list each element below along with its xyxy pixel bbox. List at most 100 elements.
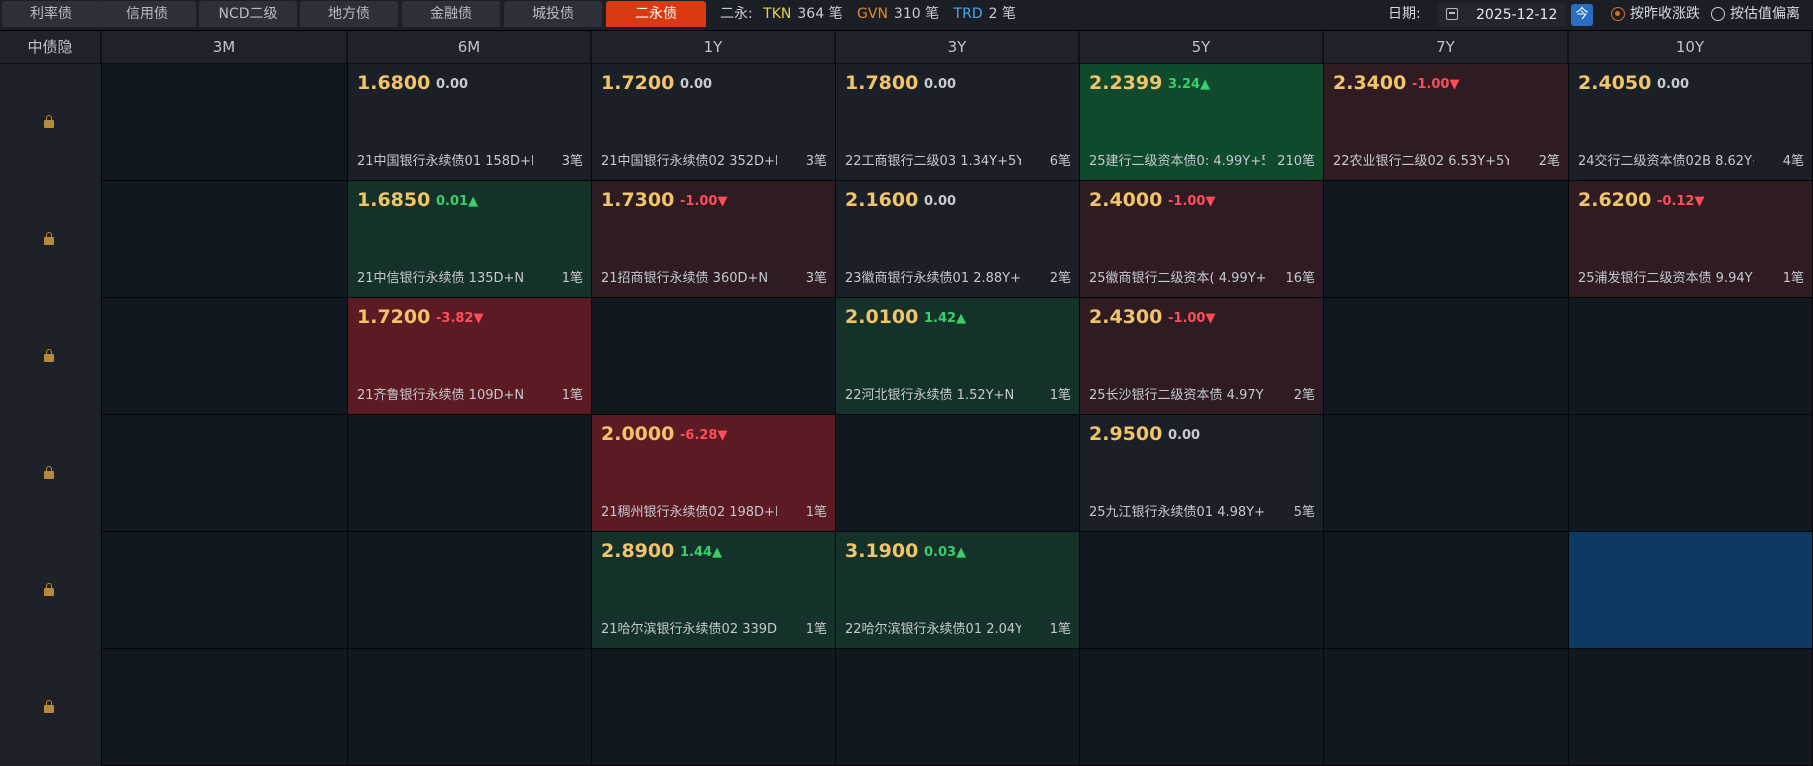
lock-icon[interactable] (44, 232, 54, 245)
bond-cell[interactable] (1324, 298, 1569, 415)
bond-name: 24交行二级资本债02B 8.62Y+5Y (1578, 154, 1754, 169)
bond-cell[interactable] (1569, 415, 1813, 532)
yield-value: 2.4050 (1578, 72, 1652, 94)
change-value: -1.00▼ (1168, 311, 1216, 326)
bond-name: 21中国银行永续债02 352D+N (601, 154, 777, 169)
trade-count: 1笔 (805, 505, 827, 520)
bond-cell[interactable] (1324, 181, 1569, 298)
trade-stats: 二永: TKN 364 笔 GVN 310 笔 TRD 2 笔 (720, 0, 1022, 30)
bond-name: 22哈尔滨银行永续债01 2.04Y+N (845, 622, 1021, 637)
row-label (0, 649, 102, 766)
yield-value: 1.6850 (357, 189, 431, 211)
calendar-icon[interactable] (1446, 8, 1458, 20)
row-label (0, 298, 102, 415)
tab-6[interactable]: 二永债 (606, 1, 706, 27)
tab-2[interactable]: NCD二级 (199, 1, 297, 27)
bond-cell[interactable]: 1.6850 0.01▲ 21中信银行永续债 135D+N 1笔 (348, 181, 592, 298)
header-col-7Y: 7Y (1324, 31, 1569, 63)
bond-name: 21齐鲁银行永续债 109D+N (357, 388, 525, 403)
tab-5[interactable]: 城投债 (504, 1, 602, 27)
today-button[interactable]: 今 (1571, 4, 1593, 26)
bond-cell[interactable] (1324, 649, 1569, 766)
bond-cell[interactable]: 2.6200 -0.12▼ 25浦发银行二级资本债 9.94Y+5Y 1笔 (1569, 181, 1813, 298)
bond-cell[interactable] (102, 649, 348, 766)
bond-cell[interactable]: 2.8900 1.44▲ 21哈尔滨银行永续债02 339D+N 1笔 (592, 532, 836, 649)
bond-cell[interactable]: 1.7300 -1.00▼ 21招商银行永续债 360D+N 3笔 (592, 181, 836, 298)
bond-cell[interactable] (1324, 532, 1569, 649)
bond-cell[interactable]: 2.9500 0.00 25九江银行永续债01 4.98Y+N 5笔 (1080, 415, 1324, 532)
header-col-5Y: 5Y (1080, 31, 1324, 63)
lock-icon[interactable] (44, 115, 54, 128)
yield-value: 3.1900 (845, 540, 919, 562)
change-value: -6.28▼ (680, 428, 728, 443)
radio-by-valuation-label[interactable]: 按估值偏离 (1730, 0, 1800, 28)
bond-cell[interactable]: 2.1600 0.00 23徽商银行永续债01 2.88Y+N 2笔 (836, 181, 1080, 298)
bond-cell[interactable] (348, 532, 592, 649)
lock-icon[interactable] (44, 349, 54, 362)
bond-cell[interactable]: 2.0100 1.42▲ 22河北银行永续债 1.52Y+N 1笔 (836, 298, 1080, 415)
yield-value: 2.4000 (1089, 189, 1163, 211)
header-col-10Y: 10Y (1569, 31, 1813, 63)
yield-value: 2.4300 (1089, 306, 1163, 328)
bond-cell[interactable] (1569, 649, 1813, 766)
bond-cell[interactable]: 1.7200 0.00 21中国银行永续债02 352D+N 3笔 (592, 64, 836, 181)
trade-count: 6笔 (1049, 154, 1071, 169)
header-col-3Y: 3Y (836, 31, 1080, 63)
trade-count: 16笔 (1285, 271, 1315, 286)
bond-cell[interactable] (102, 415, 348, 532)
bond-cell[interactable] (1324, 415, 1569, 532)
row-label (0, 64, 102, 181)
bond-cell[interactable] (1569, 298, 1813, 415)
lock-icon[interactable] (44, 583, 54, 596)
bond-cell[interactable]: 3.1900 0.03▲ 22哈尔滨银行永续债01 2.04Y+N 1笔 (836, 532, 1080, 649)
tkn-count: 364 笔 (797, 6, 843, 22)
tab-4[interactable]: 金融债 (402, 1, 500, 27)
trade-count: 3笔 (805, 154, 827, 169)
bond-cell[interactable] (592, 298, 836, 415)
trade-count: 2笔 (1538, 154, 1560, 169)
bond-cell[interactable] (836, 649, 1080, 766)
header-corner: 中债隐 (0, 31, 102, 63)
bond-cell[interactable]: 2.3400 -1.00▼ 22农业银行二级02 6.53Y+5Y 2笔 (1324, 64, 1569, 181)
bond-cell[interactable] (102, 532, 348, 649)
radio-by-prev-close[interactable] (1611, 7, 1625, 21)
change-value: 0.00 (1168, 428, 1201, 443)
lock-icon[interactable] (44, 700, 54, 713)
tab-0[interactable]: 利率债 (2, 1, 100, 27)
bond-name: 22农业银行二级02 6.53Y+5Y (1333, 154, 1509, 169)
bond-cell[interactable]: 2.0000 -6.28▼ 21稠州银行永续债02 198D+N 1笔 (592, 415, 836, 532)
tab-1[interactable]: 信用债 (98, 1, 196, 27)
bond-cell[interactable] (1080, 532, 1324, 649)
bond-cell[interactable] (102, 64, 348, 181)
change-value: 3.24▲ (1168, 77, 1211, 92)
bond-cell[interactable]: 1.7200 -3.82▼ 21齐鲁银行永续债 109D+N 1笔 (348, 298, 592, 415)
bond-cell[interactable]: 1.7800 0.00 22工商银行二级03 1.34Y+5Y 6笔 (836, 64, 1080, 181)
date-picker[interactable]: 2025-12-12 (1438, 3, 1566, 27)
bond-cell[interactable] (102, 181, 348, 298)
radio-by-valuation[interactable] (1711, 7, 1725, 21)
bond-cell[interactable]: 2.4300 -1.00▼ 25长沙银行二级资本债 4.97Y+5Y 2笔 (1080, 298, 1324, 415)
bond-cell[interactable]: 1.6800 0.00 21中国银行永续债01 158D+N 3笔 (348, 64, 592, 181)
lock-icon[interactable] (44, 466, 54, 479)
trade-count: 5笔 (1293, 505, 1315, 520)
date-label: 日期: (1388, 6, 1421, 22)
trade-count: 1笔 (1049, 622, 1071, 637)
yield-value: 2.6200 (1578, 189, 1652, 211)
bond-cell[interactable]: 2.4000 -1.00▼ 25徽商银行二级资本( 4.99Y+5Y 16笔 (1080, 181, 1324, 298)
change-value: -1.00▼ (1168, 194, 1216, 209)
radio-by-prev-close-label[interactable]: 按昨收涨跌 (1630, 0, 1700, 28)
tab-3[interactable]: 地方债 (300, 1, 398, 27)
bond-name: 25九江银行永续债01 4.98Y+N (1089, 505, 1265, 520)
bond-cell[interactable] (836, 415, 1080, 532)
yield-value: 1.7200 (357, 306, 431, 328)
bond-cell[interactable] (1569, 532, 1813, 649)
bond-cell[interactable] (592, 649, 836, 766)
bond-cell[interactable]: 2.2399 3.24▲ 25建行二级资本债0: 4.99Y+5Y 210笔 (1080, 64, 1324, 181)
bond-cell[interactable] (1080, 649, 1324, 766)
change-value: 0.00 (924, 194, 957, 209)
bond-cell[interactable] (102, 298, 348, 415)
bond-cell[interactable] (348, 415, 592, 532)
stats-prefix: 二永: (720, 6, 753, 22)
bond-cell[interactable]: 2.4050 0.00 24交行二级资本债02B 8.62Y+5Y 4笔 (1569, 64, 1813, 181)
bond-cell[interactable] (348, 649, 592, 766)
